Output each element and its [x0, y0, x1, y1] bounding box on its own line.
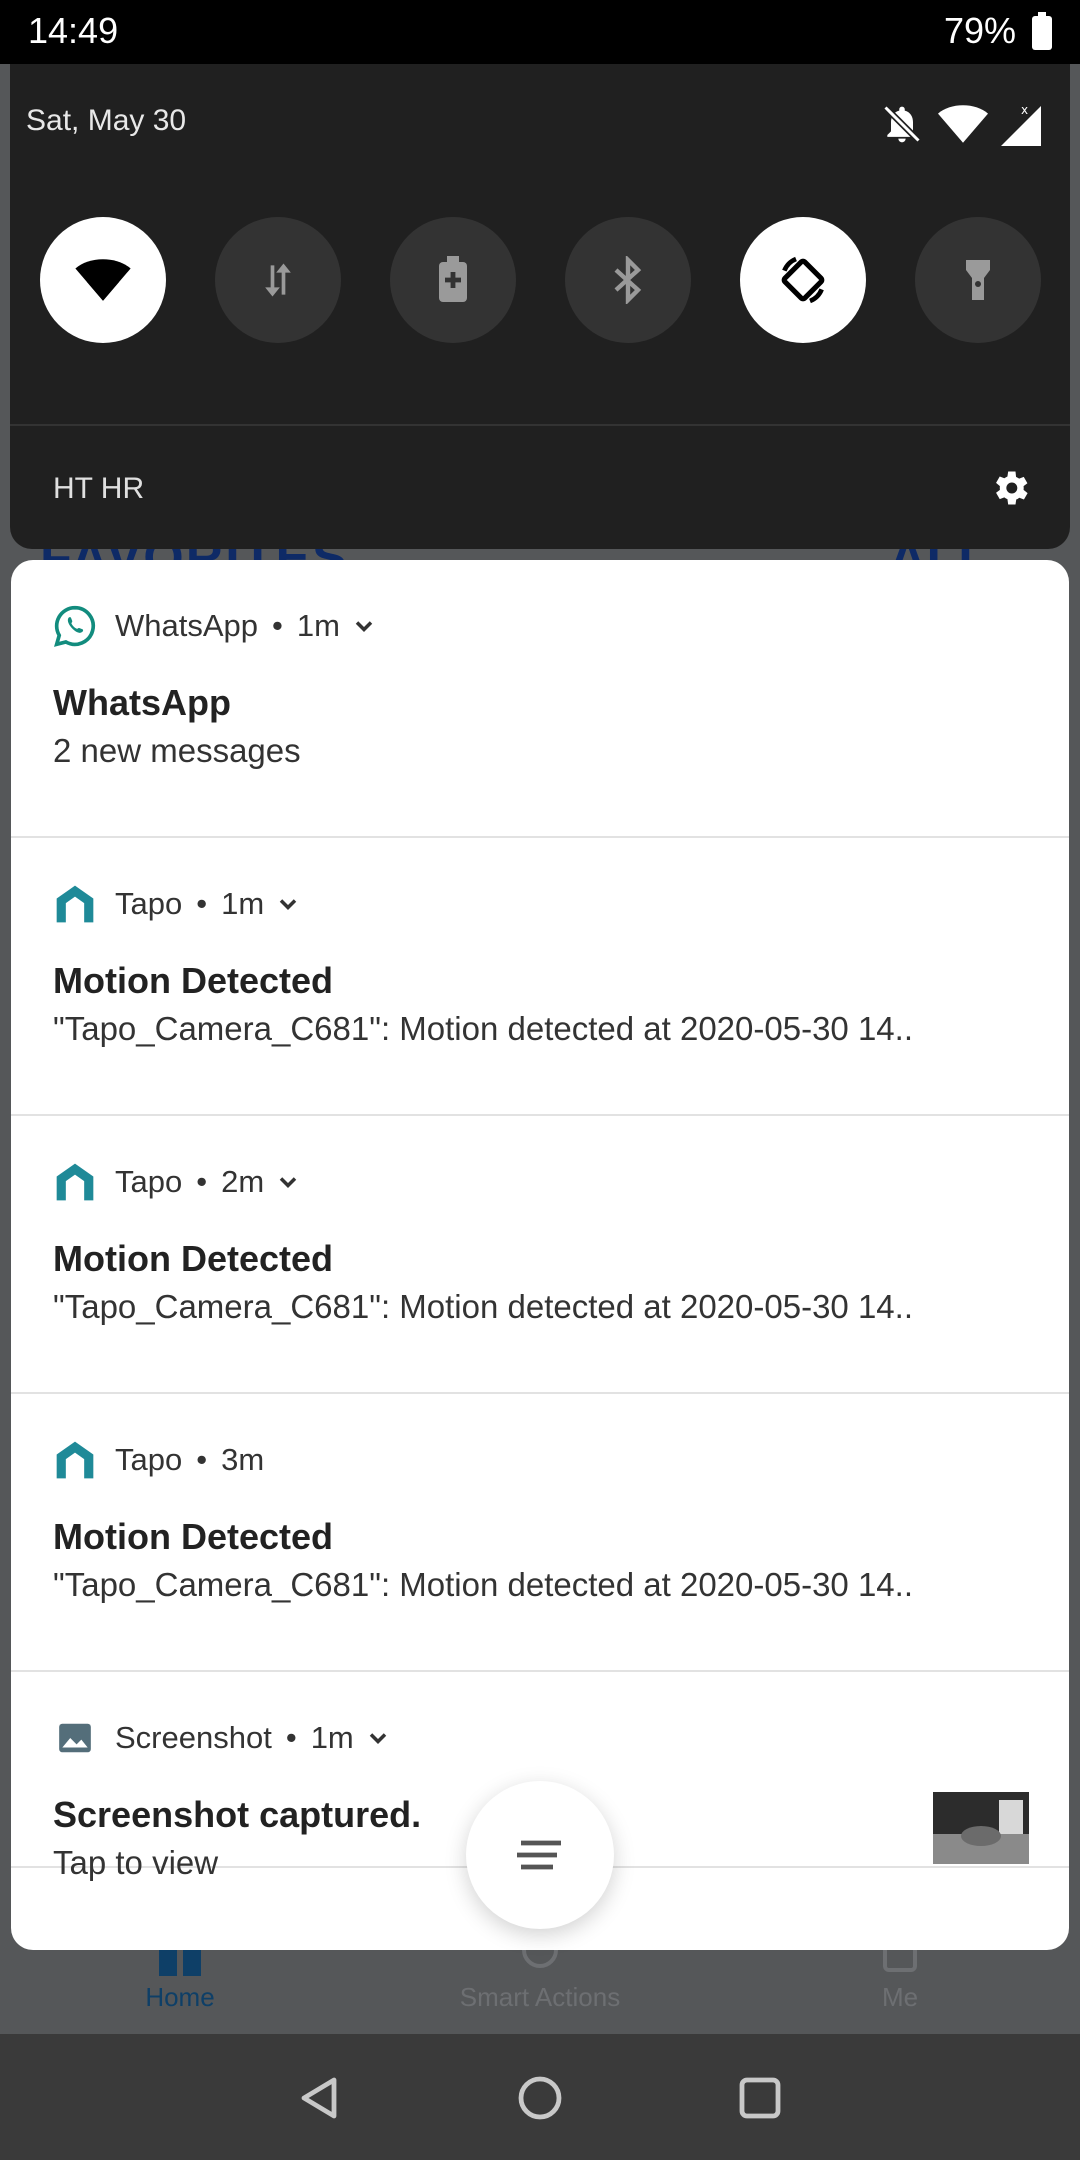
tab-me: Me [750, 1940, 1050, 2013]
status-bar: 14:49 79% [0, 0, 1080, 64]
notification-title: Motion Detected [53, 1238, 334, 1279]
header-separator: • [285, 1720, 297, 1755]
tapo-icon [56, 885, 94, 923]
wifi-icon [75, 259, 131, 301]
svg-text:x: x [1021, 103, 1028, 117]
status-time: 14:49 [28, 10, 119, 51]
bottom-tab-bar: Home Smart Actions Me [0, 1940, 1080, 2035]
clear-all-button[interactable] [466, 1781, 614, 1929]
screen: FAVORITES ALL Home Smart Actions Me 14:4… [0, 0, 1080, 2160]
chevron-down-icon[interactable] [350, 612, 378, 640]
notification-text: "Tapo_Camera_C681": Motion detected at 2… [53, 1288, 913, 1325]
tab-home: Home [30, 1940, 330, 2013]
tab-smart-actions: Smart Actions [390, 1940, 690, 2013]
qs-tile-wifi[interactable] [40, 217, 166, 343]
header-separator: • [196, 1442, 208, 1477]
notification-app-name: Tapo [115, 886, 183, 921]
qs-status-icons: x [880, 102, 1050, 150]
qs-tile-auto-rotate[interactable] [740, 217, 866, 343]
tab-home-label: Home [145, 1982, 215, 2012]
chevron-down-icon[interactable] [274, 890, 302, 918]
chevron-down-icon[interactable] [364, 1724, 392, 1752]
qs-tile-mobile-data[interactable] [215, 217, 341, 343]
notifications-off-icon [883, 105, 921, 143]
battery-percent: 79% [943, 10, 1016, 51]
settings-gear-icon[interactable] [988, 466, 1032, 510]
screenshot-thumbnail[interactable] [933, 1792, 1029, 1864]
notification-text: "Tapo_Camera_C681": Motion detected at 2… [53, 1010, 913, 1047]
notification-time: 1m [221, 886, 265, 921]
qs-tile-flashlight[interactable] [915, 217, 1041, 343]
chevron-down-icon[interactable] [274, 1168, 302, 1196]
tab-me-label: Me [881, 1982, 919, 2012]
header-separator: • [196, 1164, 208, 1199]
notification-app-name: Tapo [115, 1442, 183, 1477]
notification-text: 2 new messages [53, 732, 301, 769]
notification-title: Motion Detected [53, 1516, 334, 1557]
header-separator: • [272, 608, 283, 643]
wifi-status-icon [938, 105, 988, 143]
screenshot-image-icon [59, 1723, 91, 1753]
home-icon[interactable] [516, 2074, 564, 2122]
tapo-icon [56, 1163, 94, 1201]
notification-text: "Tapo_Camera_C681": Motion detected at 2… [53, 1566, 913, 1603]
notification-title: Screenshot captured. [53, 1794, 422, 1835]
notification-tapo[interactable]: Tapo • 1m Motion Detected "Tapo_Camera_C… [11, 838, 1069, 1116]
notification-header: Tapo • 3m [53, 1438, 264, 1482]
notification-time: 1m [310, 1720, 354, 1755]
battery-saver-icon [439, 256, 467, 302]
notification-header: Screenshot • 1m [53, 1716, 392, 1760]
notification-title: Motion Detected [53, 960, 334, 1001]
whatsapp-icon [54, 605, 96, 647]
notification-title: WhatsApp [53, 682, 231, 723]
notification-header: WhatsApp • 1m [53, 604, 378, 648]
quick-settings-panel: Sat, May 30 x HT HR [10, 64, 1070, 549]
notification-time: 3m [221, 1442, 265, 1477]
notification-header: Tapo • 1m [53, 882, 302, 926]
notification-app-name: Tapo [115, 1164, 183, 1199]
bluetooth-icon [614, 256, 642, 304]
flashlight-icon [966, 260, 990, 300]
notification-time: 2m [221, 1164, 265, 1199]
qs-tiles [40, 217, 1050, 343]
notification-tapo[interactable]: Tapo • 2m Motion Detected "Tapo_Camera_C… [11, 1116, 1069, 1394]
notification-time: 1m [296, 608, 340, 643]
tapo-icon [56, 1441, 94, 1479]
header-separator: • [196, 886, 208, 921]
notification-header: Tapo • 2m [53, 1160, 302, 1204]
notification-panel: WhatsApp • 1m WhatsApp 2 new messages Ta… [11, 560, 1069, 1950]
qs-divider [10, 424, 1070, 426]
auto-rotate-icon [781, 256, 825, 304]
notification-tapo[interactable]: Tapo • 3m Motion Detected "Tapo_Camera_C… [11, 1394, 1069, 1672]
mobile-data-icon [265, 263, 291, 297]
qs-date: Sat, May 30 [26, 104, 187, 137]
clear-all-icon [517, 1840, 561, 1870]
navigation-bar [0, 2034, 1080, 2160]
notification-whatsapp[interactable]: WhatsApp • 1m WhatsApp 2 new messages [11, 560, 1069, 838]
notification-app-name: Screenshot [115, 1720, 272, 1755]
battery-icon [1032, 12, 1052, 50]
cellular-signal-icon: x [1001, 103, 1041, 146]
qs-tile-battery-saver[interactable] [390, 217, 516, 343]
back-icon[interactable] [296, 2074, 344, 2122]
qs-tile-bluetooth[interactable] [565, 217, 691, 343]
tab-smart-actions-label: Smart Actions [459, 1982, 621, 2012]
recents-icon[interactable] [736, 2074, 784, 2122]
notification-app-name: WhatsApp [115, 608, 259, 643]
carrier-name: HT HR [53, 472, 145, 505]
